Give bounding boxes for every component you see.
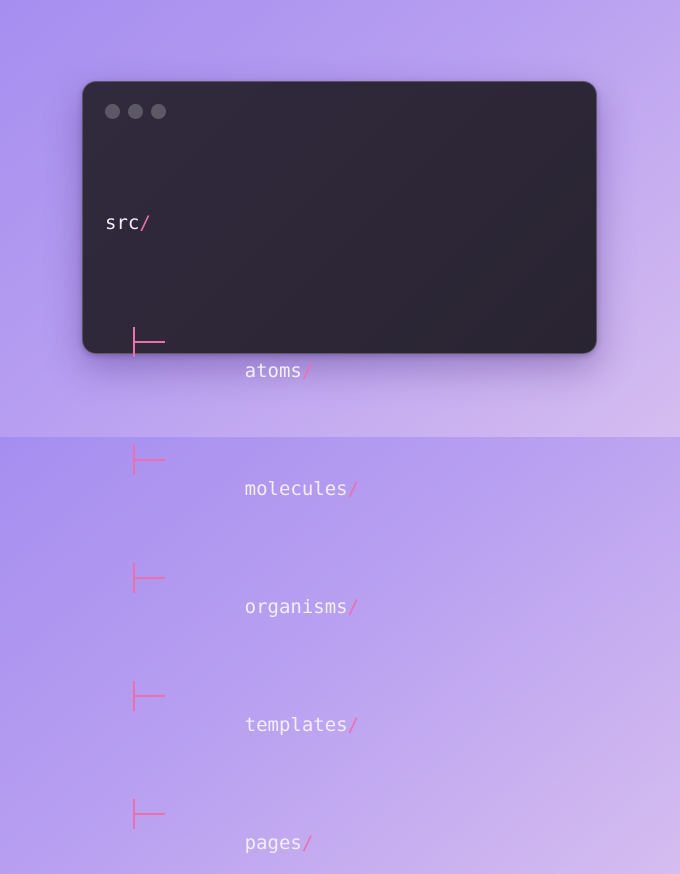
folder-name: molecules [244, 477, 348, 500]
folder-slash: / [347, 477, 360, 500]
window-controls [105, 104, 166, 119]
tree-branch-connector [133, 681, 167, 711]
folder-name: pages [244, 831, 302, 854]
folder-slash: / [301, 831, 314, 854]
folder-slash: / [347, 595, 360, 618]
tree-branch-connector [133, 327, 167, 357]
folder-name: organisms [244, 595, 348, 618]
tree-item-molecules: molecules/ [105, 445, 359, 500]
window-control-dot-2 [128, 104, 143, 119]
tree-item-templates: templates/ [105, 681, 359, 736]
tree-item-atoms: atoms/ [105, 327, 359, 382]
window-control-dot-1 [105, 104, 120, 119]
folder-name: atoms [244, 359, 302, 382]
tree-item-organisms: organisms/ [105, 563, 359, 618]
code-window: src/ atoms/ molecules/ organisms/ templa… [82, 81, 597, 854]
tree-branch-connector [133, 799, 167, 829]
folder-slash: / [347, 713, 360, 736]
window-control-dot-3 [151, 104, 166, 119]
folder-slash: / [301, 359, 314, 382]
tree-item-pages: pages/ [105, 799, 359, 854]
tree-branch-connector [133, 445, 167, 475]
root-folder-name: src [105, 212, 140, 234]
folder-name: templates [244, 713, 348, 736]
tree-root: src/ [105, 209, 359, 239]
tree-branch-connector [133, 563, 167, 593]
folder-tree: src/ atoms/ molecules/ organisms/ templa… [105, 150, 359, 874]
root-folder-slash: / [139, 212, 151, 234]
